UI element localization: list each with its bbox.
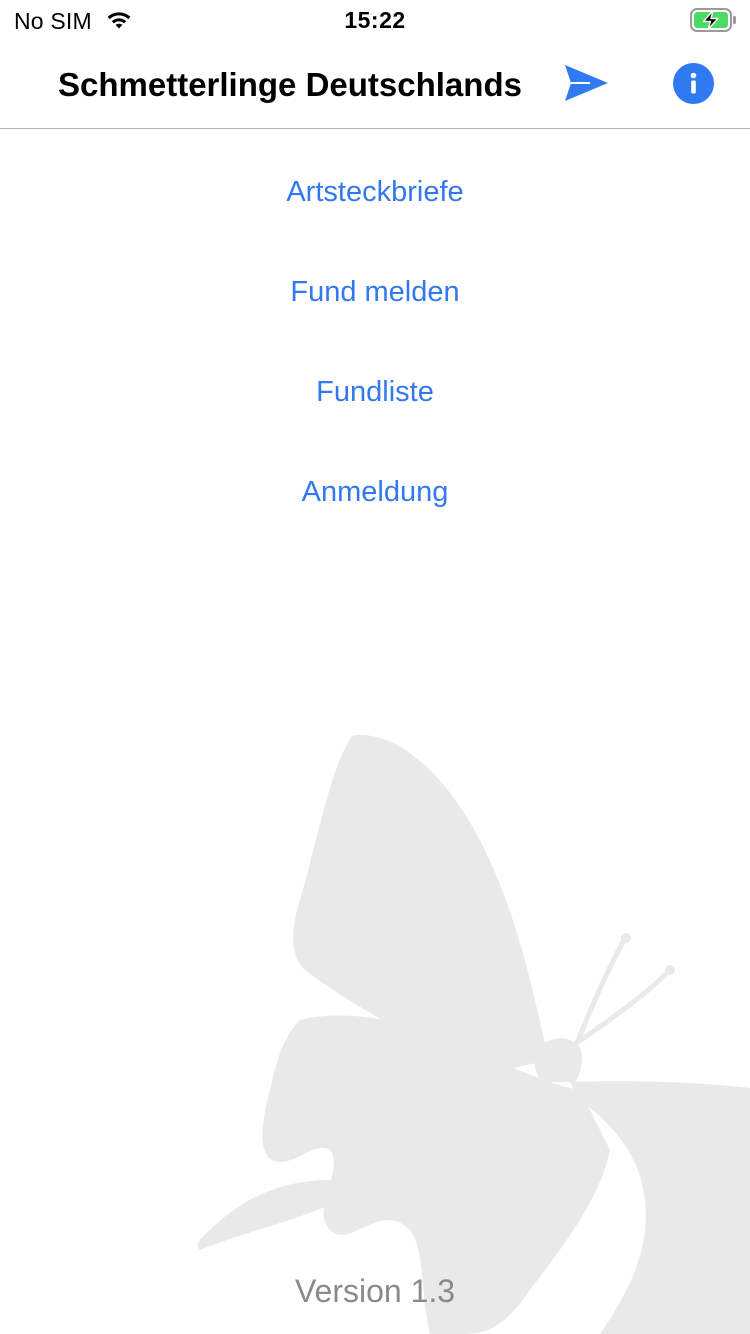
send-icon[interactable]: [562, 62, 610, 104]
menu-item-artsteckbriefe[interactable]: Artsteckbriefe: [0, 162, 750, 222]
navigation-bar: Schmetterlinge Deutschlands: [0, 40, 750, 129]
battery-charging-icon: [690, 8, 736, 32]
status-time: 15:22: [344, 7, 406, 33]
menu-item-fund-melden[interactable]: Fund melden: [0, 262, 750, 322]
info-icon: [690, 72, 697, 94]
menu-item-anmeldung[interactable]: Anmeldung: [0, 462, 750, 522]
version-label: Version 1.3: [294, 1273, 456, 1309]
info-button[interactable]: [673, 63, 714, 104]
status-bar: No SIM 15:22: [0, 0, 750, 40]
page-title: Schmetterlinge Deutschlands: [58, 66, 522, 103]
menu-item-fundliste[interactable]: Fundliste: [0, 362, 750, 422]
butterfly-silhouette: [198, 735, 750, 1334]
